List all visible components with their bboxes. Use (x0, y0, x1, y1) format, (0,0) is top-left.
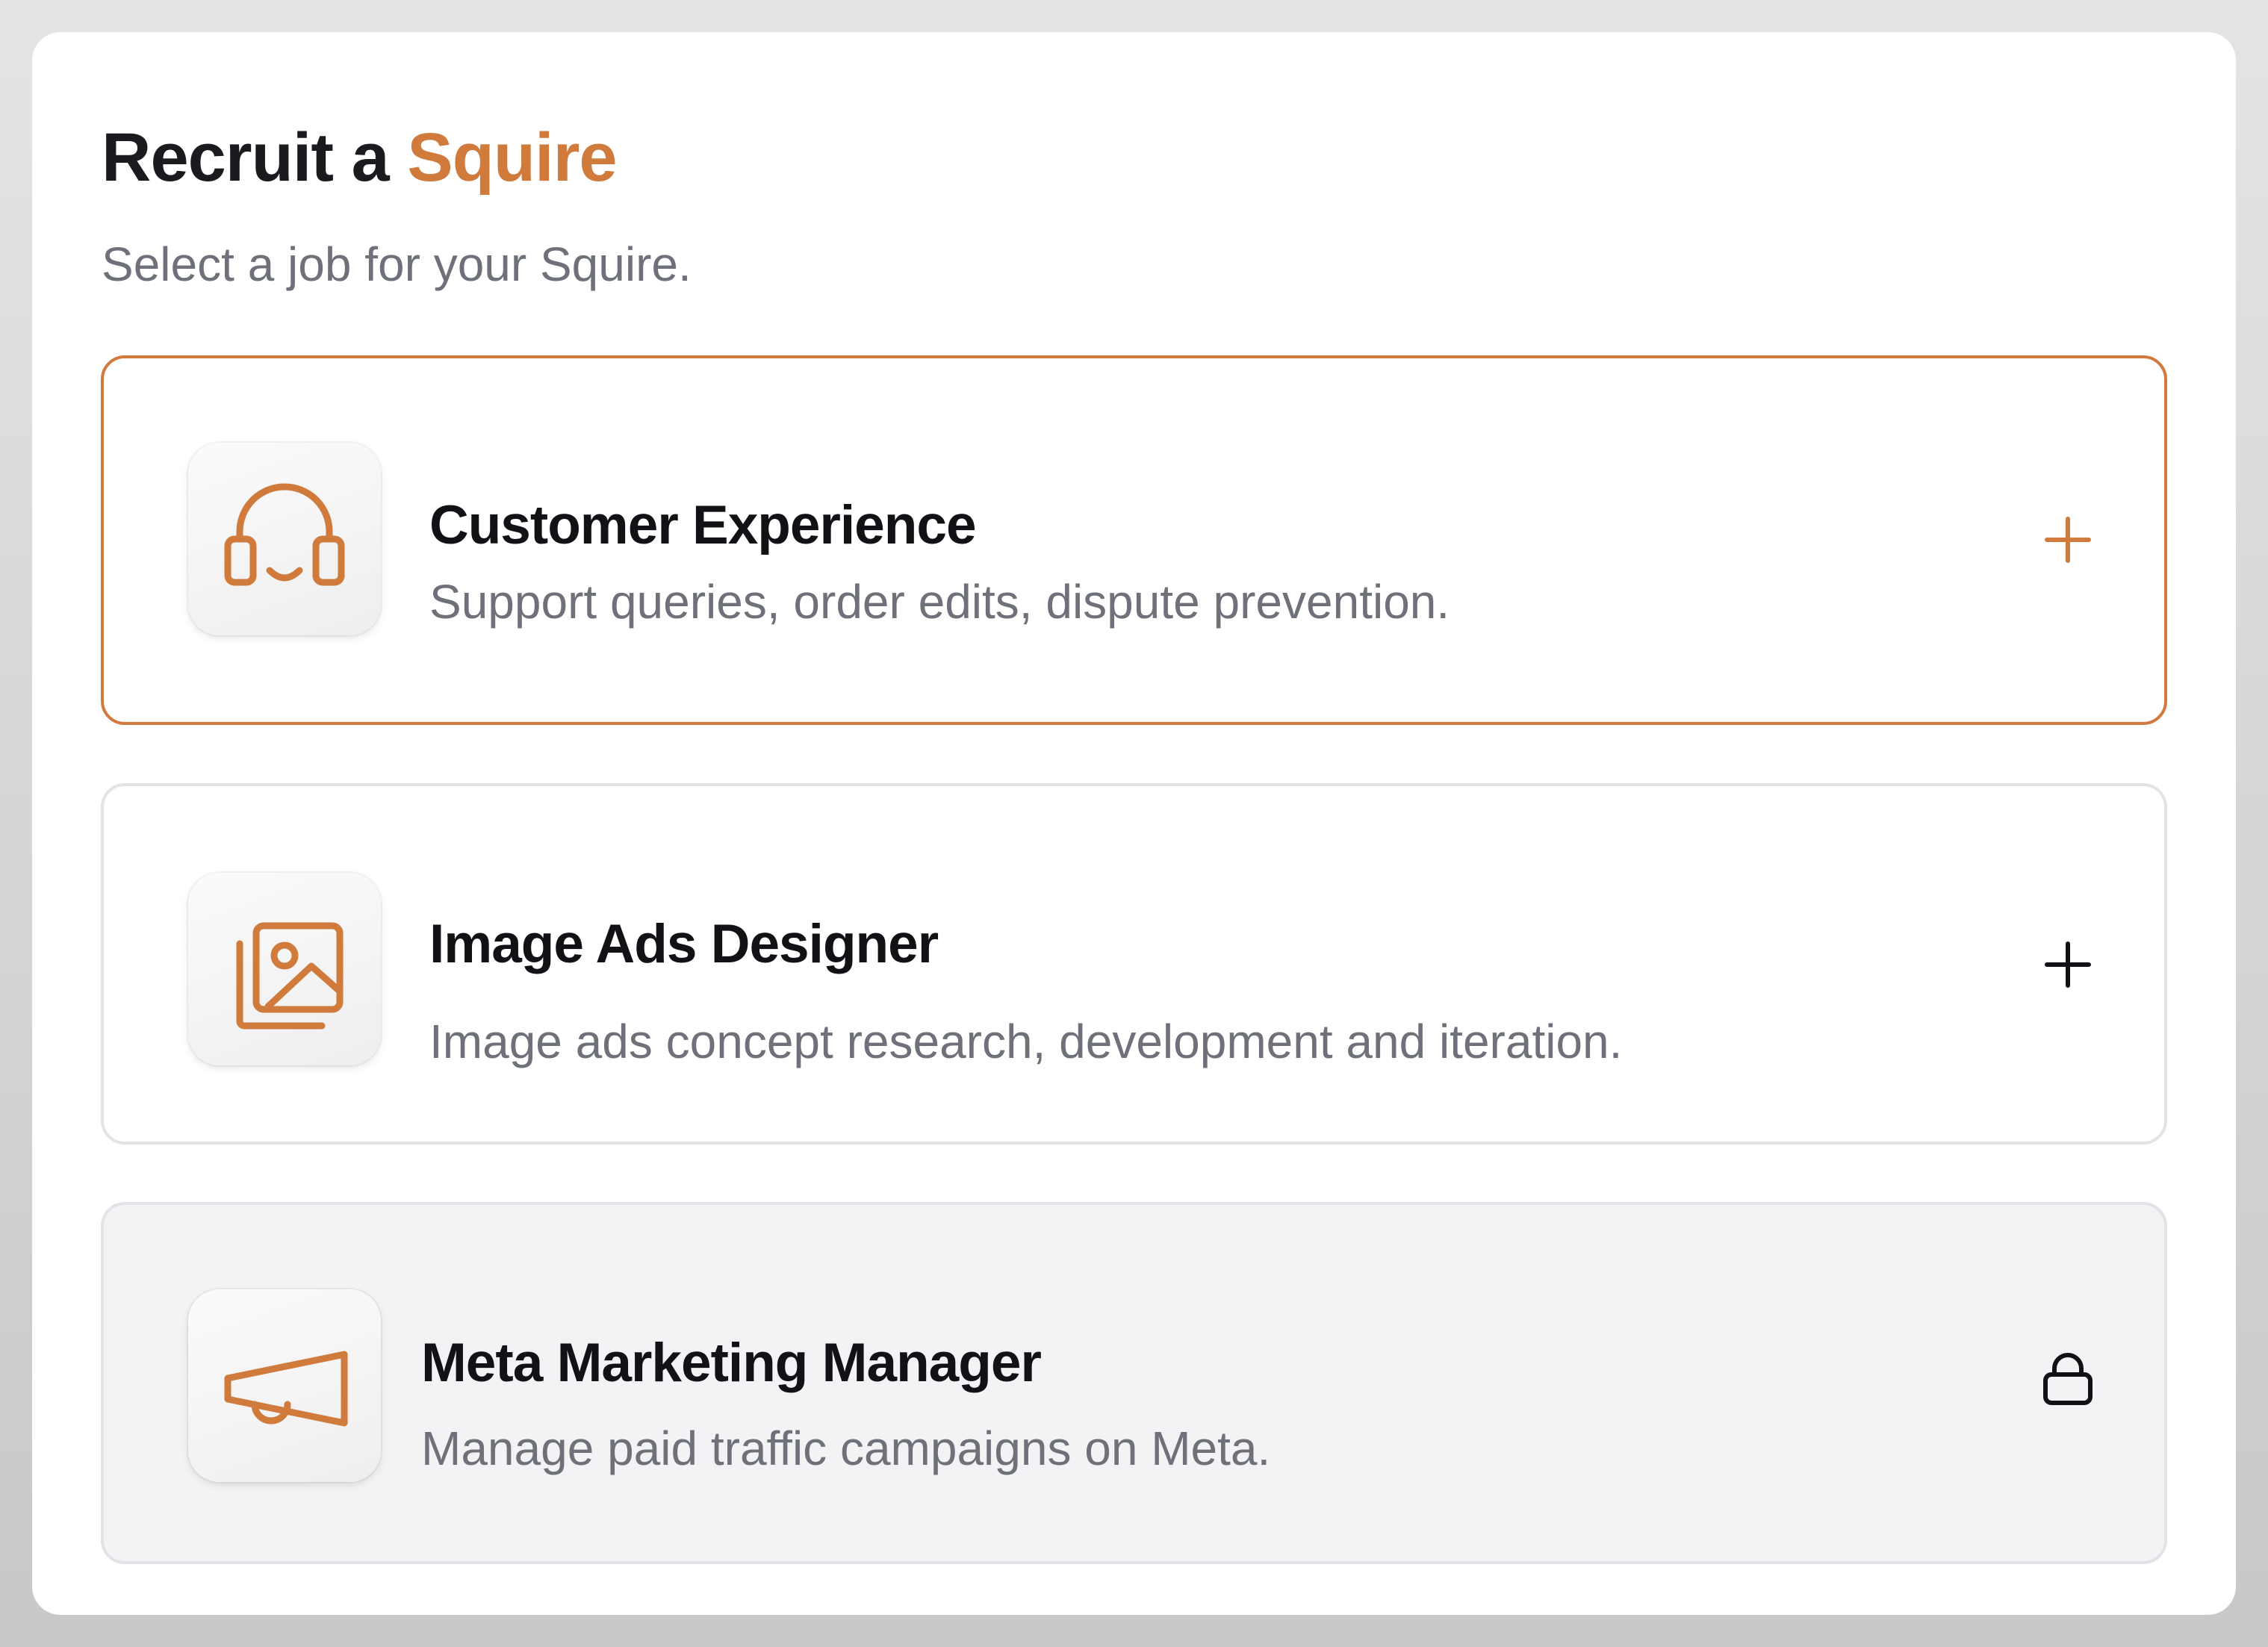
add-icon (2045, 517, 2091, 563)
job-card-image-ads-designer[interactable]: Image Ads Designer Image ads concept res… (101, 783, 2167, 1145)
job-title: Customer Experience (429, 495, 977, 555)
page-title: Recruit a Squire (102, 119, 618, 196)
page-subtitle: Select a job for your Squire. (102, 237, 692, 291)
locked-indicator (2027, 1338, 2109, 1420)
job-description: Image ads concept research, development … (429, 1015, 1623, 1068)
job-icon-tile (188, 1289, 381, 1482)
headset-icon (224, 483, 345, 586)
job-icon-tile (188, 873, 381, 1065)
job-title: Image Ads Designer (429, 914, 939, 974)
job-description: Manage paid traffic campaigns on Meta. (421, 1422, 1271, 1475)
job-title: Meta Marketing Manager (421, 1333, 1042, 1393)
title-prefix: Recruit a (102, 119, 408, 196)
title-accent: Squire (407, 119, 617, 196)
add-job-button[interactable] (2027, 499, 2109, 581)
job-card-meta-marketing-manager[interactable]: Meta Marketing Manager Manage paid traff… (101, 1202, 2167, 1564)
image-gallery-icon (236, 922, 344, 1030)
job-description: Support queries, order edits, dispute pr… (429, 575, 1450, 629)
add-job-button[interactable] (2027, 924, 2109, 1006)
job-icon-tile (188, 443, 381, 635)
add-icon (2045, 941, 2091, 988)
job-card-customer-experience[interactable]: Customer Experience Support queries, ord… (101, 355, 2167, 725)
megaphone-icon (224, 1351, 348, 1427)
recruit-dialog: Recruit a Squire Select a job for your S… (32, 32, 2236, 1615)
lock-icon (2043, 1353, 2093, 1405)
